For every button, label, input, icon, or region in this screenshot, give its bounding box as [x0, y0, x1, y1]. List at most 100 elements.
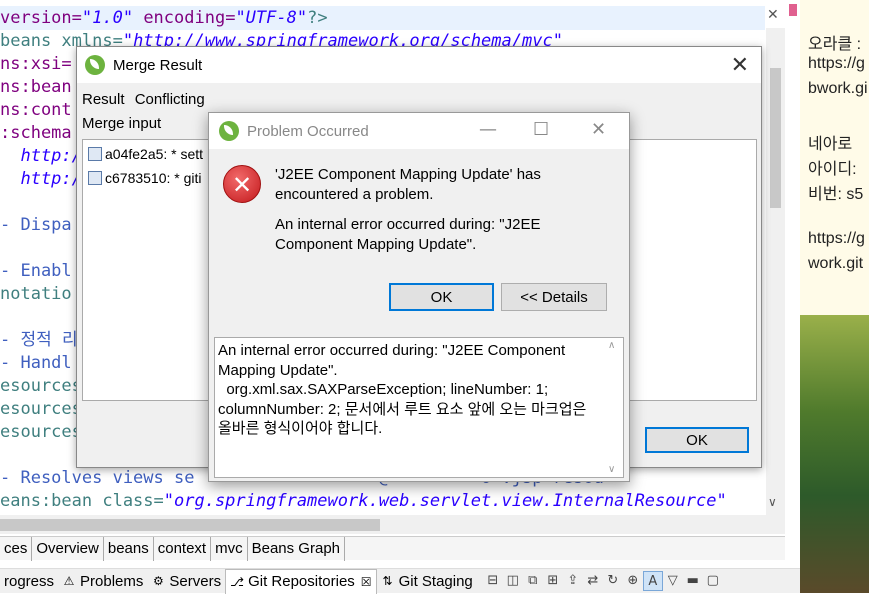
maximize-icon[interactable]: ☐	[533, 119, 549, 140]
close-icon[interactable]: ☒	[361, 575, 372, 589]
code-line[interactable]: notatio	[0, 283, 72, 305]
chevron-up-icon[interactable]: ∧	[608, 340, 615, 351]
maximize-icon[interactable]: ▢	[703, 571, 723, 591]
ok-button[interactable]: OK	[389, 283, 494, 311]
code-token: "org.springframework.web.servlet.view.In…	[163, 491, 727, 511]
import-icon[interactable]: ⇪	[563, 571, 583, 591]
code-line[interactable]: ns:bean	[0, 76, 72, 98]
view-tab-git-staging[interactable]: ⇅ Git Staging	[377, 569, 477, 594]
code-token: notatio	[0, 284, 72, 304]
result-label: Result	[82, 91, 125, 108]
text-icon[interactable]: A	[642, 571, 663, 591]
code-line[interactable]: esources	[0, 375, 82, 397]
view-tabs: rogress ⚠ Problems ⚙ Servers ⎇ Git Repositorie…	[0, 568, 477, 594]
code-token: encoding=	[133, 8, 236, 28]
minimize-icon[interactable]: ▬	[683, 571, 703, 591]
tab-beans-graph[interactable]: Beans Graph	[248, 537, 345, 561]
refresh-icon[interactable]: ↻	[603, 571, 623, 591]
code-line[interactable]: esources	[0, 398, 82, 420]
code-line[interactable]: http:/	[0, 145, 81, 167]
code-line[interactable]: :schema	[0, 122, 72, 144]
collapse-icon[interactable]: ⊟	[483, 571, 503, 591]
code-token: - Enabl	[0, 261, 72, 281]
spring-icon	[85, 55, 105, 75]
code-line[interactable]: http:/	[0, 168, 82, 190]
add-repo-icon[interactable]: ◫	[503, 571, 523, 591]
note-line: 아이디:	[808, 161, 857, 178]
code-token: "UTF-8"	[235, 8, 308, 28]
code-line[interactable]: ns:xsi=	[0, 53, 72, 75]
dialog-title: Problem Occurred	[247, 122, 369, 140]
close-icon[interactable]: ✕	[767, 8, 781, 22]
tab-mvc[interactable]: mvc	[211, 537, 248, 561]
tab-context[interactable]: context	[154, 537, 212, 561]
list-item[interactable]: c6783510: * giti	[88, 170, 202, 186]
chevron-down-icon[interactable]: ∨	[768, 495, 777, 509]
code-token: :schema	[0, 123, 72, 143]
view-tab-git-repositories[interactable]: ⎇ Git Repositories ☒	[225, 568, 377, 594]
code-token: "1.0"	[81, 8, 134, 28]
details-scrollbar[interactable]: ∧ ∨	[605, 340, 621, 475]
filter-icon[interactable]: ⊕	[623, 571, 643, 591]
error-icon: ✕	[223, 165, 261, 203]
code-line[interactable]: - Dispa	[0, 214, 72, 236]
servers-icon: ⚙	[153, 574, 164, 588]
code-line[interactable]: esources	[0, 421, 82, 443]
tab-beans[interactable]: beans	[104, 537, 154, 561]
dialog-titlebar: Merge Result	[77, 47, 761, 83]
vertical-scrollbar[interactable]	[766, 28, 785, 515]
clone-repo-icon[interactable]: ⧉	[523, 571, 543, 591]
code-token: ns:xsi=	[0, 54, 72, 74]
git-icon: ⎇	[230, 574, 244, 589]
problem-occurred-dialog: Problem Occurred — ☐ ✕ ✕ 'J2EE Component…	[208, 112, 630, 482]
minimize-icon[interactable]: —	[479, 119, 497, 140]
code-line[interactable]: - 정적 리	[0, 329, 78, 351]
view-tab-problems[interactable]: ⚠ Problems	[58, 569, 147, 594]
horizontal-scrollbar[interactable]	[0, 515, 785, 534]
wallpaper-image	[800, 315, 869, 593]
dialog-title: Merge Result	[113, 56, 203, 74]
view-menu-icon[interactable]: ▽	[663, 571, 683, 591]
spring-icon	[219, 121, 239, 141]
code-token: eans:bean class=	[0, 491, 164, 511]
code-token: http:/	[0, 169, 82, 189]
note-line: 오라클 :	[808, 36, 862, 53]
notes-pane: 오라클 : https://g bwork.gi 네아로 아이디: 비번: s5 https…	[800, 0, 869, 593]
code-token: esources	[0, 376, 82, 396]
code-token: ns:bean	[0, 77, 72, 97]
code-line[interactable]: ns:cont	[0, 99, 72, 121]
ok-button[interactable]: OK	[645, 427, 749, 453]
code-line[interactable]: version="1.0" encoding="UTF-8"?>	[0, 7, 328, 29]
close-icon[interactable]: ✕	[731, 53, 749, 78]
tab-ces[interactable]: ces	[0, 537, 33, 561]
chevron-down-icon[interactable]: ∨	[608, 464, 615, 475]
marker-icon	[789, 4, 797, 16]
code-token: esources	[0, 399, 82, 419]
file-icon	[88, 171, 102, 185]
view-tab-servers[interactable]: ⚙ Servers	[147, 569, 225, 594]
view-tab-label: Git Repositories	[248, 573, 355, 590]
note-line: work.git	[808, 255, 864, 272]
conflicting-label: Conflicting	[134, 91, 205, 108]
scroll-thumb[interactable]	[0, 519, 380, 531]
details-button[interactable]: << Details	[501, 283, 607, 311]
list-item[interactable]: a04fe2a5: * sett	[88, 146, 203, 162]
close-icon[interactable]: ✕	[591, 119, 606, 140]
code-line[interactable]: - Handl	[0, 352, 72, 374]
code-line[interactable]: - Enabl	[0, 260, 72, 282]
code-token: esources	[0, 422, 82, 442]
tab-overview[interactable]: Overview	[32, 537, 104, 561]
details-text: An internal error occurred during: "J2EE…	[218, 342, 587, 437]
details-textarea[interactable]: An internal error occurred during: "J2EE…	[214, 337, 624, 478]
code-token: version=	[0, 8, 82, 28]
code-line[interactable]: eans:bean class="org.springframework.web…	[0, 490, 727, 512]
note-line: 비번: s5	[808, 186, 864, 203]
view-tab-label: Problems	[80, 572, 144, 590]
link-icon[interactable]: ⇄	[583, 571, 603, 591]
result-row: Result Conflicting	[82, 91, 205, 108]
create-repo-icon[interactable]: ⊞	[543, 571, 563, 591]
note-line: bwork.gi	[808, 80, 868, 97]
note-line: https://g	[808, 230, 865, 247]
scroll-thumb[interactable]	[770, 68, 781, 208]
view-tab-rogress[interactable]: rogress	[0, 569, 58, 594]
